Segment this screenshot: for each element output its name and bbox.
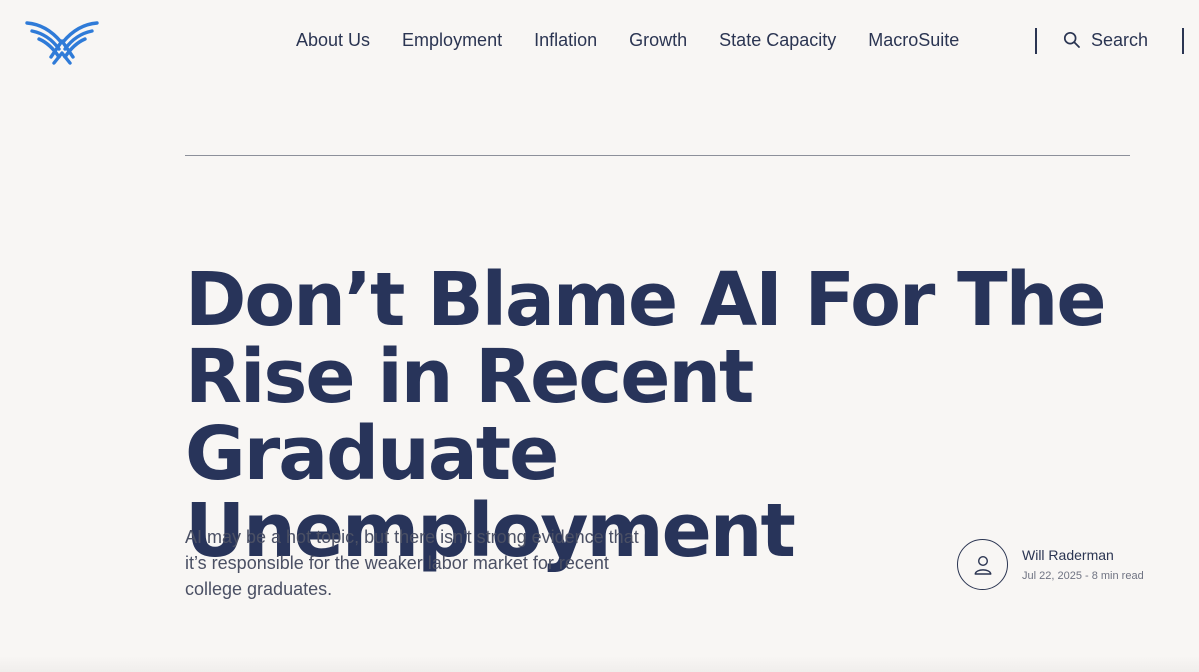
article-subtitle: AI may be a hot topic, but there isn't s… [185,527,639,599]
nav-divider [1035,28,1037,54]
site-header: About Us Employment Inflation Growth Sta… [0,0,1199,82]
author-meta: Will Raderman Jul 22, 2025 - 8 min read [1022,545,1144,585]
nav-employment[interactable]: Employment [386,23,518,57]
article-date-readtime: Jul 22, 2025 - 8 min read [1022,569,1144,582]
bottom-fade [0,656,1199,672]
page: About Us Employment Inflation Growth Sta… [0,0,1199,672]
search-button[interactable]: Search [1063,23,1148,57]
menu-divider [1182,28,1184,54]
nav-inflation[interactable]: Inflation [518,23,613,57]
user-icon [974,555,991,575]
main-nav: About Us Employment Inflation Growth Sta… [280,23,975,57]
eagle-logo-icon[interactable] [24,18,100,68]
author-name[interactable]: Will Raderman [1022,545,1144,565]
nav-macrosuite[interactable]: MacroSuite [852,23,975,57]
avatar[interactable] [957,539,1008,590]
search-icon [1063,31,1080,48]
search-label: Search [1091,30,1149,50]
nav-state-capacity[interactable]: State Capacity [703,23,852,57]
author-block: Will Raderman Jul 22, 2025 - 8 min read [957,539,1144,590]
nav-growth[interactable]: Growth [613,23,703,57]
section-divider [185,155,1130,156]
nav-about-us[interactable]: About Us [280,23,386,57]
